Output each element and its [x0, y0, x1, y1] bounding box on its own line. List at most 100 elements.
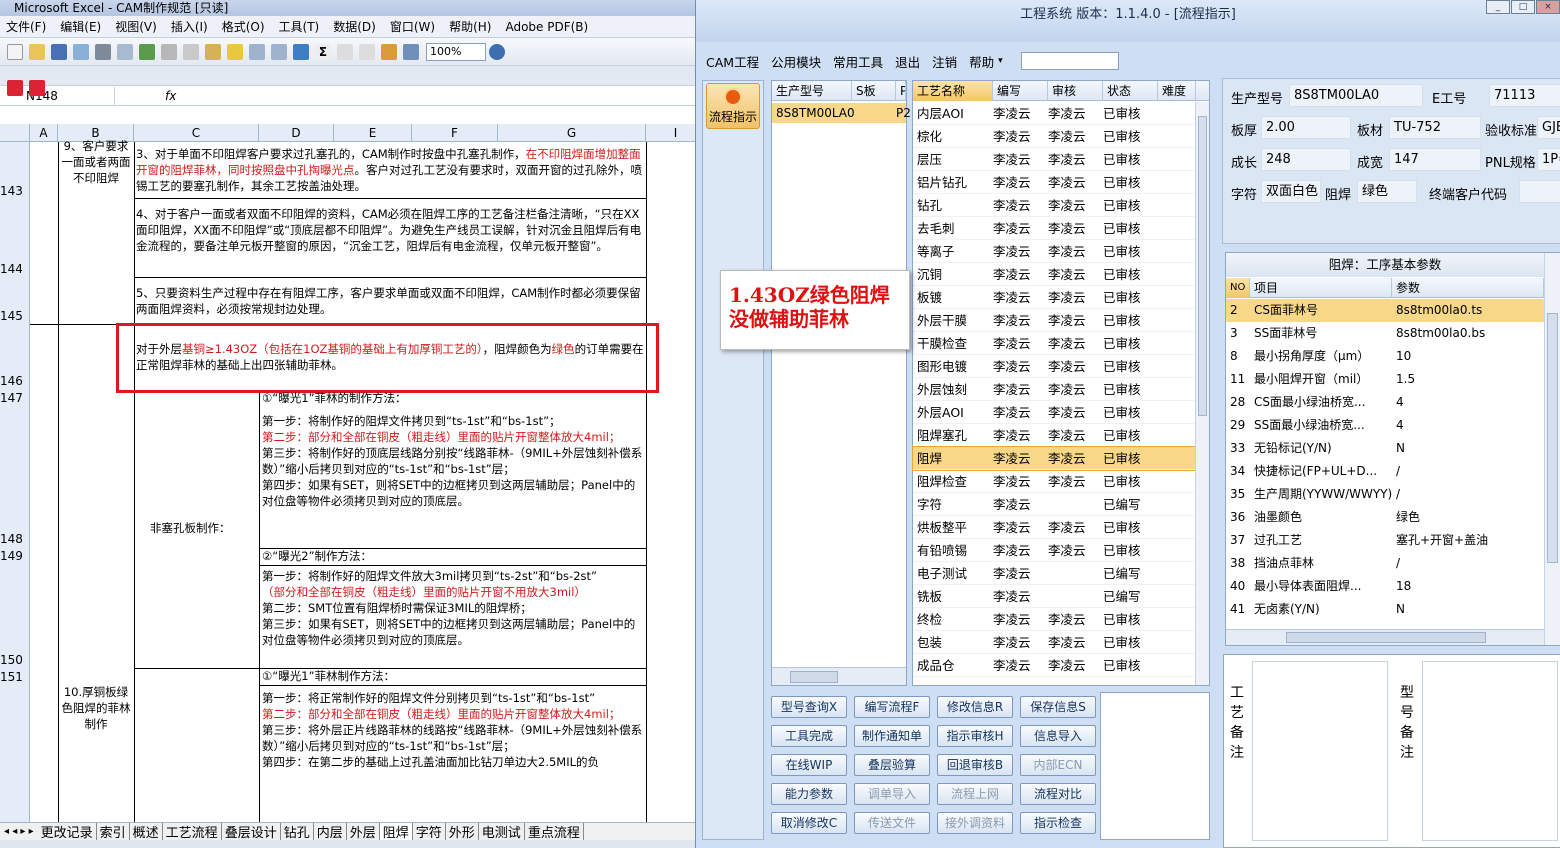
fx-icon[interactable]: fx [165, 89, 176, 103]
new-icon[interactable] [7, 43, 23, 60]
preview-icon[interactable] [117, 43, 133, 60]
length-field[interactable]: 248 [1261, 148, 1351, 171]
process-row[interactable]: 钻孔 李凌云 李凌云 已审核 [913, 194, 1195, 217]
select-all-corner[interactable] [0, 124, 30, 142]
action-button[interactable]: 保存信息S [1020, 696, 1096, 718]
cell-d147[interactable]: ①“曝光1”菲林的制作方法： [262, 390, 642, 406]
col-header[interactable]: E [334, 124, 412, 142]
scroll-thumb[interactable] [790, 671, 838, 683]
model-col-header[interactable]: S板 [852, 81, 896, 101]
process-row-selected[interactable]: 阻焊 李凌云 李凌云 已审核 [912, 446, 1196, 471]
model-remark-text[interactable] [1422, 661, 1558, 841]
menu-view[interactable]: 视图(V) [115, 18, 157, 35]
cam-menu-common[interactable]: 公用模块 [771, 52, 821, 71]
param-row[interactable]: 37 过孔工艺 塞孔+开窗+盖油 [1226, 529, 1544, 552]
process-row[interactable]: 棕化 李凌云 李凌云 已审核 [913, 125, 1195, 148]
cell-c147[interactable]: 非塞孔板制作： [150, 520, 250, 536]
proc-col-header[interactable]: 状态 [1103, 81, 1158, 101]
material-field[interactable]: TU-752 [1389, 116, 1481, 139]
open-icon[interactable] [29, 43, 45, 60]
sheet-tab[interactable]: 重点流程 [525, 823, 584, 840]
cell-c145[interactable]: 5、只要资料生产过程中存在有阻焊工序，客户要求单面或双面不印阻焊，CAM制作时都… [136, 285, 644, 317]
action-button[interactable]: 流程对比 [1020, 783, 1096, 805]
param-row[interactable]: 8 最小拐角厚度（μm） 10 [1226, 345, 1544, 368]
scroll-thumb[interactable] [1286, 632, 1486, 643]
row-number[interactable]: 148 [0, 532, 30, 546]
param-row[interactable]: 36 油墨颜色 绿色 [1226, 506, 1544, 529]
param-row[interactable]: 29 SS面最小绿油桥宽... 4 [1226, 414, 1544, 437]
process-row[interactable]: 外层蚀刻 李凌云 李凌云 已审核 [913, 378, 1195, 401]
model-col-header[interactable]: P [896, 81, 906, 101]
process-row[interactable]: 包装 李凌云 李凌云 已审核 [913, 631, 1195, 654]
param-row[interactable]: 34 快捷标记(FP+UL+D... / [1226, 460, 1544, 483]
process-row[interactable]: 去毛刺 李凌云 李凌云 已审核 [913, 217, 1195, 240]
model-row-selected[interactable]: 8S8TM00LA0 P2 [772, 103, 911, 123]
scroll-thumb[interactable] [1198, 116, 1207, 416]
hyperlink-icon[interactable] [293, 43, 309, 60]
param-row[interactable]: 3 SS面菲林号 8s8tm00la0.bs [1226, 322, 1544, 345]
cam-menu-tools[interactable]: 常用工具 [833, 52, 883, 71]
process-row[interactable]: 层压 李凌云 李凌云 已审核 [913, 148, 1195, 171]
action-button[interactable]: 流程上网 [937, 783, 1013, 805]
params-col-header[interactable]: NO [1226, 278, 1250, 298]
cell-d149[interactable]: ②“曝光2”制作方法： [262, 548, 642, 564]
menu-adobe-pdf[interactable]: Adobe PDF(B) [505, 20, 588, 34]
process-row[interactable]: 成品仓 李凌云 李凌云 已审核 [913, 654, 1195, 677]
cell-d150[interactable]: 第一步：将制作好的阻焊文件放大3mil拷贝到“ts-2st”和“bs-2st” … [262, 568, 644, 648]
param-row[interactable]: 33 无铅标记(Y/N) N [1226, 437, 1544, 460]
process-row[interactable]: 铣板 李凌云 已编写 [913, 585, 1195, 608]
process-row[interactable]: 烘板整平 李凌云 李凌云 已审核 [913, 516, 1195, 539]
sheet-tab[interactable]: 字符 [413, 823, 446, 840]
params-hscrollbar[interactable] [1226, 629, 1544, 645]
model-col-header[interactable]: 生产型号 [772, 81, 852, 101]
process-row[interactable]: 沉铜 李凌云 李凌云 已审核 [913, 263, 1195, 286]
proc-col-header[interactable]: 难度 [1158, 81, 1196, 101]
cell-c144[interactable]: 4、对于客户一面或者双面不印阻焊的资料，CAM必须在阻焊工序的工艺备注栏备注清晰… [136, 206, 644, 254]
row-number[interactable]: 143 [0, 184, 30, 198]
print-icon[interactable] [95, 43, 111, 60]
col-header[interactable]: D [259, 124, 334, 142]
process-row[interactable]: 干膜检查 李凌云 李凌云 已审核 [913, 332, 1195, 355]
process-remark-text[interactable] [1252, 661, 1388, 841]
customer-code-field[interactable] [1519, 180, 1560, 203]
param-row[interactable]: 40 最小导体表面阻焊... 18 [1226, 575, 1544, 598]
cam-menu-logout[interactable]: 注销 [932, 52, 957, 71]
row-number[interactable]: 145 [0, 309, 30, 323]
menu-insert[interactable]: 插入(I) [171, 18, 208, 35]
menu-format[interactable]: 格式(O) [222, 18, 265, 35]
action-button[interactable]: 工具完成 [771, 725, 847, 747]
sheet-tab[interactable]: 索引 [97, 823, 130, 840]
format-painter-icon[interactable] [227, 43, 243, 60]
col-header[interactable]: F [412, 124, 498, 142]
width-field[interactable]: 147 [1389, 148, 1481, 171]
param-row[interactable]: 38 挡油点菲林 / [1226, 552, 1544, 575]
process-row[interactable]: 阻焊检查 李凌云 李凌云 已审核 [913, 470, 1195, 493]
params-vscrollbar[interactable] [1544, 253, 1560, 645]
sheet-tab[interactable]: 内层 [314, 823, 347, 840]
sheet-tab[interactable]: 叠层设计 [222, 823, 281, 840]
action-button[interactable]: 内部ECN [1020, 754, 1096, 776]
sheet-tab[interactable]: 工艺流程 [163, 823, 222, 840]
sheet-tab[interactable]: 电测试 [479, 823, 525, 840]
action-button[interactable]: 传送文件 [854, 812, 930, 834]
action-button[interactable]: 型号查询X [771, 696, 847, 718]
model-field[interactable]: 8S8TM00LA0 [1289, 84, 1423, 107]
permission-icon[interactable] [73, 43, 89, 60]
undo-icon[interactable] [249, 43, 265, 60]
flow-indicator-button[interactable]: 流程指示 [706, 83, 760, 129]
cell-c143[interactable]: 3、对于单面不印阻焊客户要求过孔塞孔的，CAM制作时按盘中孔塞孔制作，在不印阻焊… [136, 146, 644, 194]
process-vscrollbar[interactable] [1195, 102, 1209, 685]
action-button[interactable]: 指示审核H [937, 725, 1013, 747]
proc-col-header[interactable]: 工艺名称 [913, 81, 993, 101]
close-icon[interactable]: × [1536, 0, 1560, 14]
col-header[interactable]: A [30, 124, 58, 142]
action-button[interactable]: 调单导入 [854, 783, 930, 805]
model-hscrollbar[interactable] [772, 667, 906, 685]
col-header[interactable]: I [646, 124, 695, 142]
cell-d148[interactable]: 第一步：将制作好的阻焊文件拷贝到“ts-1st”和“bs-1st”； 第二步：部… [262, 413, 644, 509]
action-button[interactable]: 叠层验算 [854, 754, 930, 776]
silkscreen-field[interactable]: 双面白色 [1261, 180, 1321, 203]
row-number[interactable]: 144 [0, 262, 30, 276]
row-number[interactable]: 149 [0, 549, 30, 563]
spelling-icon[interactable] [139, 43, 155, 60]
